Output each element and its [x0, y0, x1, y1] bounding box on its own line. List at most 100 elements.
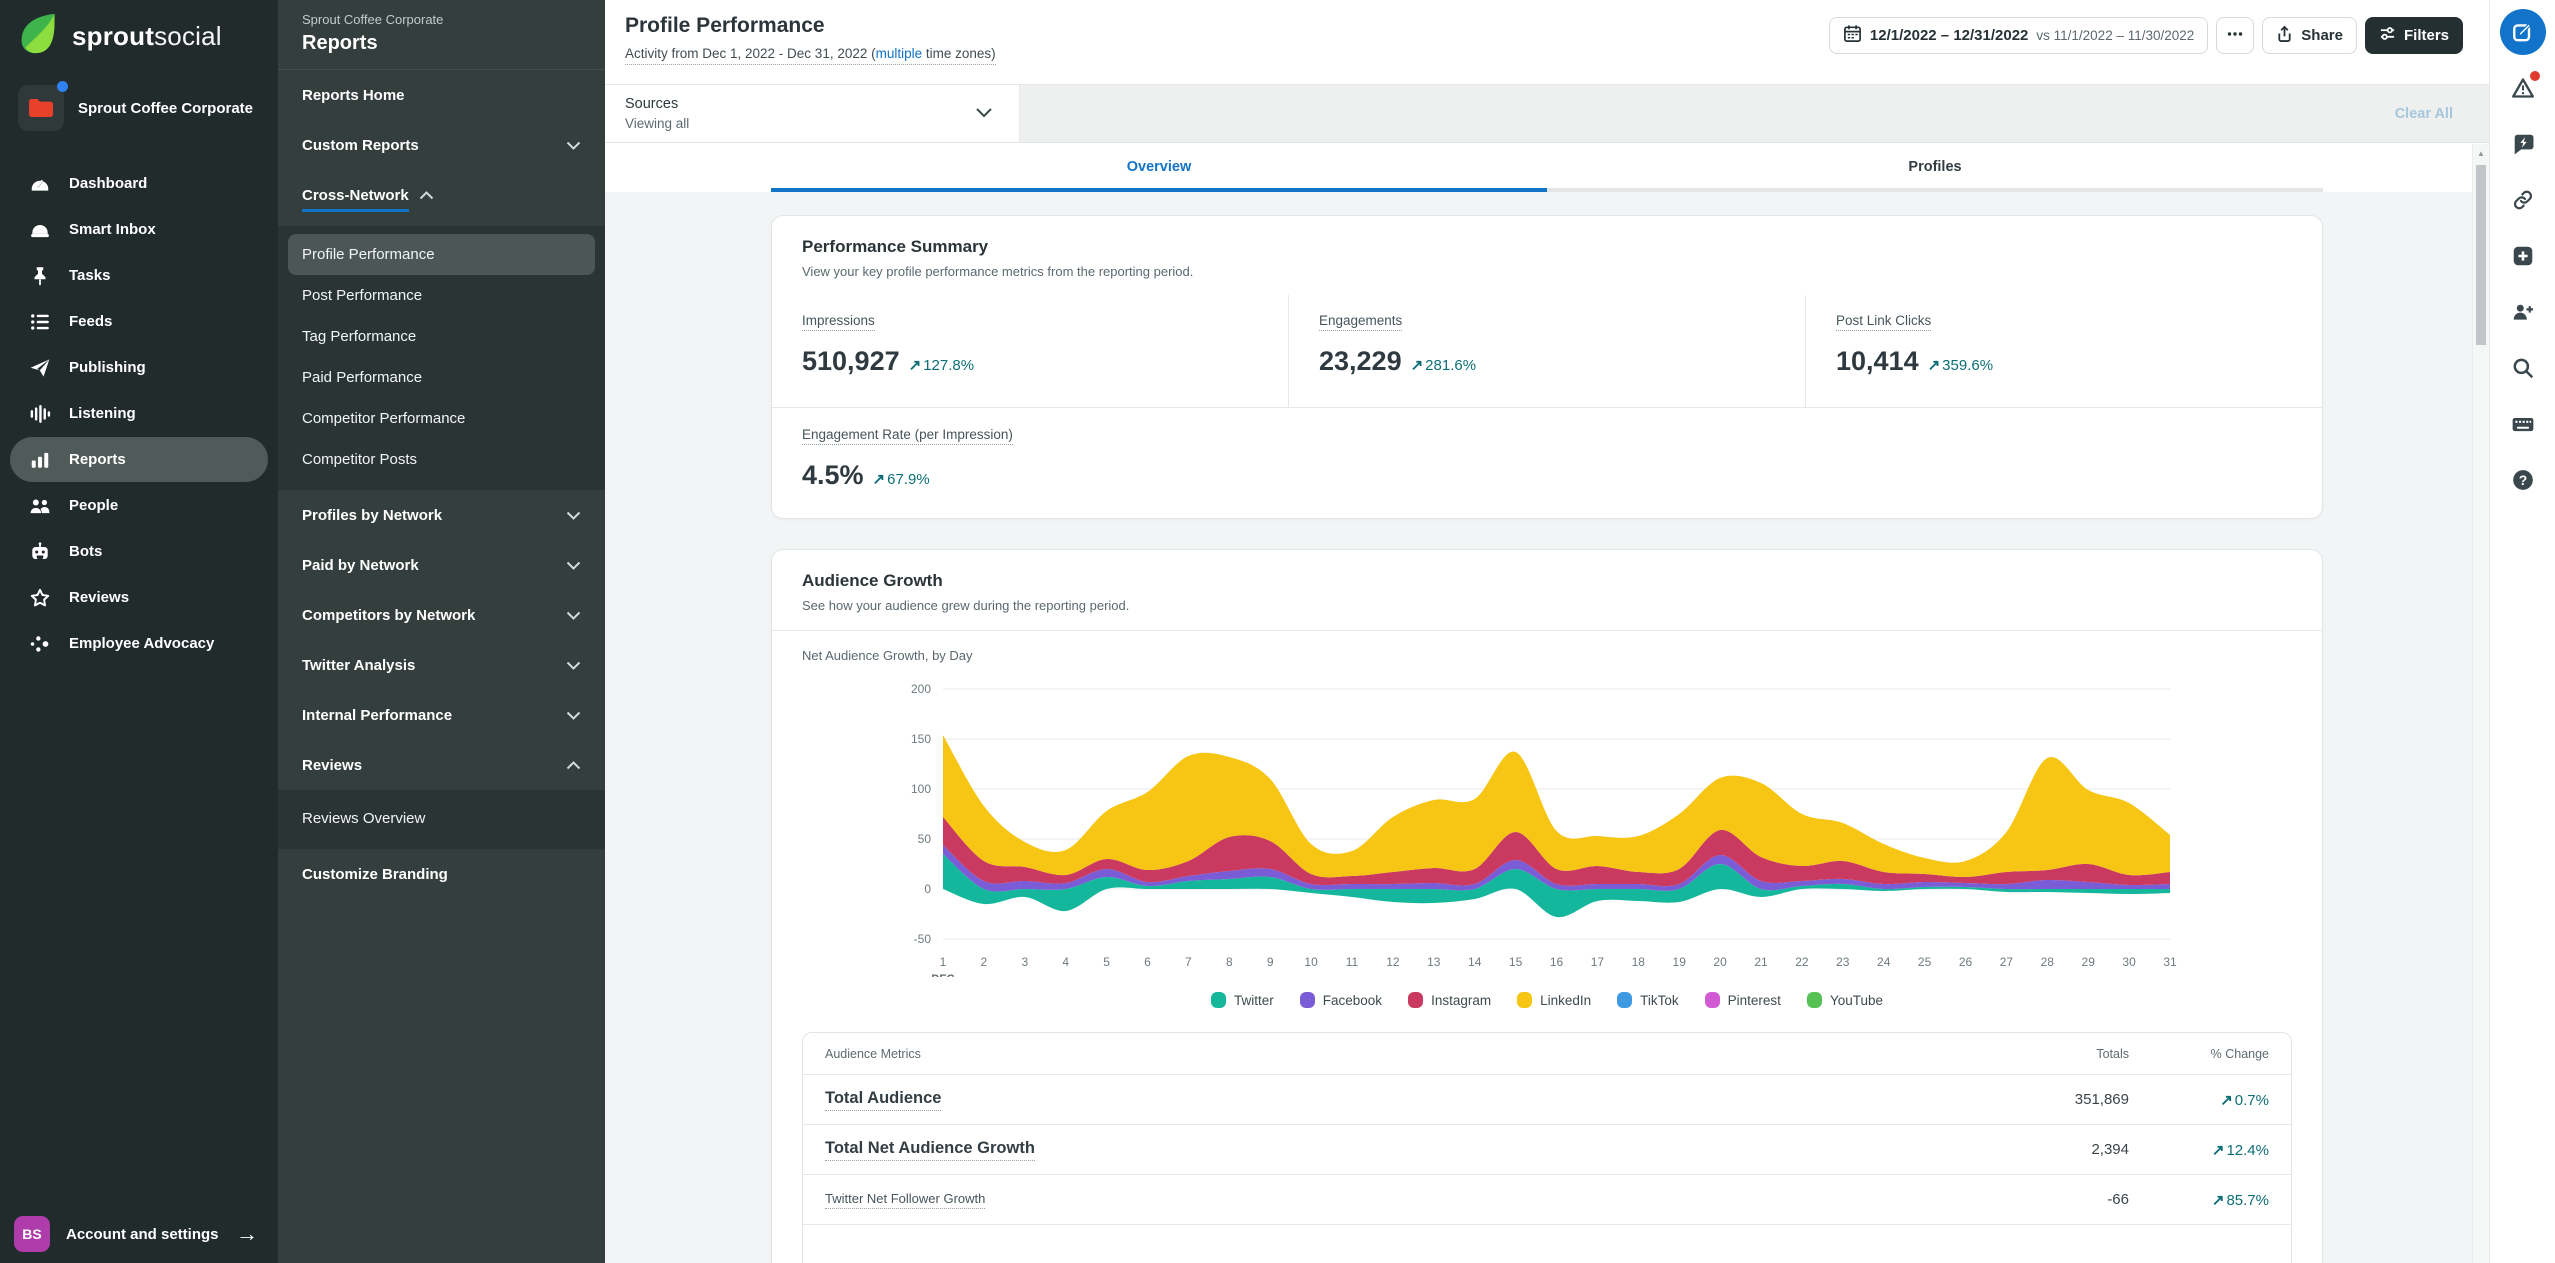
- alert-button[interactable]: [2500, 65, 2546, 111]
- tab-profiles[interactable]: Profiles: [1547, 143, 2323, 192]
- sidebar-item-smart-inbox[interactable]: Smart Inbox: [10, 207, 268, 252]
- legend-item-facebook[interactable]: Facebook: [1300, 992, 1382, 1008]
- person-add-icon: [2511, 300, 2535, 324]
- nav-section-paid-by-network[interactable]: Paid by Network: [278, 540, 605, 590]
- audience-growth-subtitle: See how your audience grew during the re…: [802, 598, 2292, 613]
- sidebar-item-listening[interactable]: Listening: [10, 391, 268, 436]
- metric-post-link-clicks: Post Link Clicks10,414↗359.6%: [1805, 295, 2322, 407]
- increase-arrow-icon: ↗: [2212, 1142, 2225, 1159]
- legend-item-linkedin[interactable]: LinkedIn: [1517, 992, 1591, 1008]
- multiple-timezones-link[interactable]: multiple: [876, 46, 923, 61]
- account-name: Sprout Coffee Corporate: [78, 100, 253, 117]
- account-and-settings[interactable]: BS Account and settings →: [0, 1211, 278, 1263]
- legend-item-pinterest[interactable]: Pinterest: [1705, 992, 1781, 1008]
- message-bolt-button[interactable]: [2500, 121, 2546, 167]
- page-header: Profile Performance Activity from Dec 1,…: [605, 0, 2489, 85]
- nav-item-post-performance[interactable]: Post Performance: [288, 275, 595, 316]
- scrollbar-thumb[interactable]: [2476, 165, 2486, 345]
- sidebar-item-employee-advocacy[interactable]: Employee Advocacy: [10, 621, 268, 666]
- more-options-button[interactable]: [2216, 17, 2254, 54]
- svg-text:27: 27: [2000, 955, 2014, 969]
- sidebar-item-reports[interactable]: Reports: [10, 437, 268, 482]
- table-row-twitter-net-follower-growth: Twitter Net Follower Growth-66↗85.7%: [803, 1175, 2291, 1225]
- sidebar-item-reviews[interactable]: Reviews: [10, 575, 268, 620]
- legend-item-instagram[interactable]: Instagram: [1408, 992, 1491, 1008]
- share-icon: [2276, 25, 2293, 47]
- sidebar-item-bots[interactable]: Bots: [10, 529, 268, 574]
- legend-swatch-icon: [1617, 992, 1632, 1008]
- date-range-button[interactable]: 12/1/2022 – 12/31/2022 vs 11/1/2022 – 11…: [1829, 17, 2208, 54]
- metric-label[interactable]: Impressions: [802, 313, 875, 331]
- compose-button[interactable]: [2500, 9, 2546, 55]
- vertical-scrollbar[interactable]: ▲: [2472, 144, 2489, 1263]
- increase-arrow-icon: ↗: [2212, 1192, 2225, 1209]
- nav-section-internal-performance[interactable]: Internal Performance: [278, 690, 605, 740]
- nav-item-competitor-posts[interactable]: Competitor Posts: [288, 439, 595, 480]
- tab-overview[interactable]: Overview: [771, 143, 1547, 192]
- row-label[interactable]: Twitter Net Follower Growth: [825, 1191, 985, 1209]
- svg-text:7: 7: [1185, 955, 1192, 969]
- svg-text:1: 1: [940, 955, 947, 969]
- chart-legend: Twitter Facebook Instagram LinkedIn TikTok Pi…: [772, 992, 2322, 1008]
- nav-item-reviews-overview[interactable]: Reviews Overview: [288, 798, 595, 839]
- plus-square-button[interactable]: [2500, 233, 2546, 279]
- metric-label[interactable]: Engagement Rate (per Impression): [802, 427, 1013, 445]
- metric-value: 23,229↗281.6%: [1319, 346, 1775, 377]
- nav-section-customize-branding[interactable]: Customize Branding: [278, 849, 605, 899]
- nav-item-tag-performance[interactable]: Tag Performance: [288, 316, 595, 357]
- performance-summary-title: Performance Summary: [802, 237, 2292, 257]
- sidebar-item-dashboard[interactable]: Dashboard: [10, 161, 268, 206]
- page-title: Profile Performance: [625, 14, 996, 38]
- nav-group: Profile PerformancePost PerformanceTag P…: [278, 226, 605, 490]
- sidebar-item-tasks[interactable]: Tasks: [10, 253, 268, 298]
- nav-section-twitter-analysis[interactable]: Twitter Analysis: [278, 640, 605, 690]
- filters-button[interactable]: Filters: [2365, 17, 2463, 54]
- svg-text:0: 0: [924, 882, 931, 896]
- sprout-logo[interactable]: sproutsocial: [0, 0, 278, 71]
- svg-text:12: 12: [1386, 955, 1400, 969]
- metric-label[interactable]: Post Link Clicks: [1836, 313, 1931, 331]
- legend-item-tiktok[interactable]: TikTok: [1617, 992, 1679, 1008]
- sidebar-item-feeds[interactable]: Feeds: [10, 299, 268, 344]
- help-button[interactable]: ?: [2500, 457, 2546, 503]
- metric-label[interactable]: Engagements: [1319, 313, 1402, 331]
- sources-dropdown[interactable]: Sources Viewing all: [605, 85, 1020, 142]
- date-compare-value: vs 11/1/2022 – 11/30/2022: [2036, 28, 2194, 43]
- compose-icon: [2511, 20, 2535, 44]
- nav-section-cross-network[interactable]: Cross-Network: [278, 170, 605, 220]
- person-add-button[interactable]: [2500, 289, 2546, 335]
- row-label[interactable]: Total Audience: [825, 1089, 941, 1111]
- nav-item-profile-performance[interactable]: Profile Performance: [288, 234, 595, 275]
- brand-wordmark: sproutsocial: [72, 21, 222, 52]
- sidebar-item-people[interactable]: People: [10, 483, 268, 528]
- svg-text:26: 26: [1959, 955, 1973, 969]
- share-button[interactable]: Share: [2262, 17, 2357, 54]
- nav-item-paid-performance[interactable]: Paid Performance: [288, 357, 595, 398]
- scroll-up-arrow-icon[interactable]: ▲: [2477, 149, 2485, 158]
- nav-section-profiles-by-network[interactable]: Profiles by Network: [278, 490, 605, 540]
- chevron-down-icon: [975, 105, 993, 123]
- svg-text:6: 6: [1144, 955, 1151, 969]
- nav-item-competitor-performance[interactable]: Competitor Performance: [288, 398, 595, 439]
- listening-icon: [29, 403, 51, 425]
- nav-section-competitors-by-network[interactable]: Competitors by Network: [278, 590, 605, 640]
- chevron-down-icon: [566, 661, 581, 670]
- legend-swatch-icon: [1807, 992, 1822, 1008]
- metric-impressions: Impressions510,927↗127.8%: [772, 295, 1288, 407]
- nav-section-custom-reports[interactable]: Custom Reports: [278, 120, 605, 170]
- legend-item-youtube[interactable]: YouTube: [1807, 992, 1883, 1008]
- link-button[interactable]: [2500, 177, 2546, 223]
- clear-all-button[interactable]: Clear All: [2395, 106, 2489, 122]
- svg-text:23: 23: [1836, 955, 1850, 969]
- nav-section-reports-home[interactable]: Reports Home: [278, 70, 605, 120]
- sidebar-item-publishing[interactable]: Publishing: [10, 345, 268, 390]
- keyboard-button[interactable]: [2500, 401, 2546, 447]
- account-switcher[interactable]: Sprout Coffee Corporate: [0, 71, 278, 147]
- nav-section-reviews[interactable]: Reviews: [278, 740, 605, 790]
- search-button[interactable]: [2500, 345, 2546, 391]
- nav-group: Reviews Overview: [278, 790, 605, 849]
- svg-text:24: 24: [1877, 955, 1891, 969]
- primary-sidebar: sproutsocial Sprout Coffee Corporate Das…: [0, 0, 278, 1263]
- row-label[interactable]: Total Net Audience Growth: [825, 1139, 1035, 1161]
- legend-item-twitter[interactable]: Twitter: [1211, 992, 1274, 1008]
